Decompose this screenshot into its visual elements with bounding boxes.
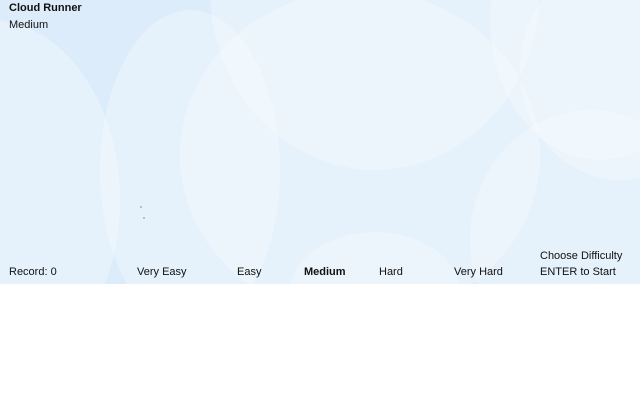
game-title: Cloud Runner: [9, 2, 82, 14]
background-cloud: [210, 0, 540, 170]
game-canvas[interactable]: Cloud Runner Medium Record: 0 Very Easy …: [0, 0, 640, 284]
speck: [140, 206, 142, 208]
current-difficulty: Medium: [9, 19, 49, 31]
record-label: Record: 0: [9, 266, 57, 278]
background-cloud: [180, 0, 540, 284]
difficulty-option-hard[interactable]: Hard: [379, 266, 403, 279]
difficulty-option-medium[interactable]: Medium: [304, 266, 346, 279]
background-cloud: [520, 0, 640, 180]
background-cloud: [0, 20, 120, 284]
difficulty-option-very-hard[interactable]: Very Hard: [454, 266, 503, 279]
difficulty-option-easy[interactable]: Easy: [237, 266, 261, 279]
instruction-choose-difficulty: Choose Difficulty: [540, 250, 623, 262]
background-cloud: [100, 10, 280, 284]
background-cloud: [490, 0, 640, 160]
instruction-enter-to-start: ENTER to Start: [540, 266, 616, 278]
difficulty-option-very-easy[interactable]: Very Easy: [137, 266, 187, 279]
speck: [143, 217, 145, 219]
